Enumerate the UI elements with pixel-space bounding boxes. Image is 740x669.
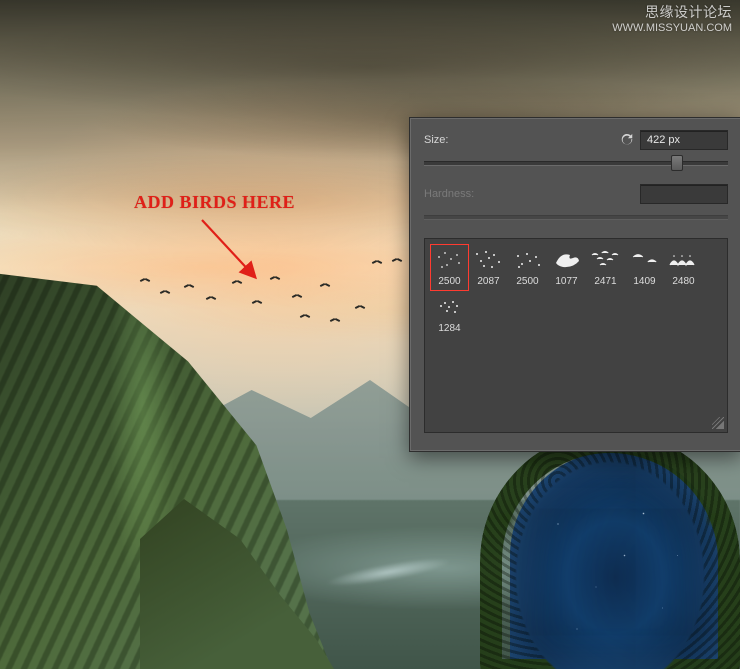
brush-size-label: 1284: [431, 322, 468, 337]
bird-icon: [355, 305, 365, 309]
hardness-slider: [424, 208, 728, 224]
brush-size-label: 1077: [548, 275, 585, 290]
brush-size-label: 2471: [587, 275, 624, 290]
brush-thumbnail-icon: [548, 245, 585, 275]
bird-icon: [372, 260, 382, 264]
brush-settings-panel[interactable]: Size: 422 px Hardness:: [409, 117, 740, 452]
hardness-input[interactable]: [640, 184, 728, 204]
bird-icon: [140, 278, 150, 282]
watermark-line2: WWW.MISSYUAN.COM: [612, 21, 732, 35]
brush-size-label: 2480: [665, 275, 702, 290]
brush-thumbnail-icon: [665, 245, 702, 275]
brush-thumbnail-icon: [470, 245, 507, 275]
bird-icon: [252, 300, 262, 304]
brush-thumbnail-icon: [431, 292, 468, 322]
resize-grip-icon[interactable]: [712, 417, 724, 429]
bird-icon: [206, 296, 216, 300]
brush-preset[interactable]: 2087: [469, 244, 508, 291]
brush-presets-area[interactable]: 25002087250010772471140924801284: [424, 238, 728, 433]
size-value: 422 px: [647, 134, 680, 146]
brush-thumbnail-icon: [587, 245, 624, 275]
bird-icon: [292, 294, 302, 298]
brush-preset[interactable]: 1409: [625, 244, 664, 291]
brush-preset[interactable]: 2500: [508, 244, 547, 291]
portal-group: [440, 421, 740, 669]
portal-ivy-texture: [480, 431, 740, 669]
bird-icon: [184, 284, 194, 288]
annotation-text: ADD BIRDS HERE: [134, 192, 295, 213]
brush-size-label: 2500: [509, 275, 546, 290]
bird-icon: [300, 314, 310, 318]
annotation-arrow-icon: [198, 216, 278, 296]
size-input[interactable]: 422 px: [640, 130, 728, 150]
hardness-label: Hardness:: [424, 188, 484, 200]
bird-icon: [330, 318, 340, 322]
bird-icon: [320, 283, 330, 287]
brush-preset[interactable]: 1077: [547, 244, 586, 291]
tutorial-canvas: ADD BIRDS HERE 思缘设计论坛 WWW.MISSYUAN.COM S…: [0, 0, 740, 669]
size-label: Size:: [424, 134, 484, 146]
brush-preset[interactable]: 2500: [430, 244, 469, 291]
brush-thumbnail-icon: [626, 245, 663, 275]
brush-thumbnail-icon: [431, 245, 468, 275]
brush-size-label: 2087: [470, 275, 507, 290]
brush-preset[interactable]: 1284: [430, 291, 469, 338]
size-slider[interactable]: [424, 154, 728, 170]
brush-size-label: 1409: [626, 275, 663, 290]
brush-thumbnail-icon: [509, 245, 546, 275]
watermark-line1: 思缘设计论坛: [612, 3, 732, 21]
bird-icon: [392, 258, 402, 262]
brush-size-label: 2500: [431, 275, 468, 290]
brush-preset[interactable]: 2471: [586, 244, 625, 291]
watermark: 思缘设计论坛 WWW.MISSYUAN.COM: [612, 3, 732, 35]
bird-icon: [160, 290, 170, 294]
reset-size-icon[interactable]: [618, 131, 636, 149]
brush-preset[interactable]: 2480: [664, 244, 703, 291]
